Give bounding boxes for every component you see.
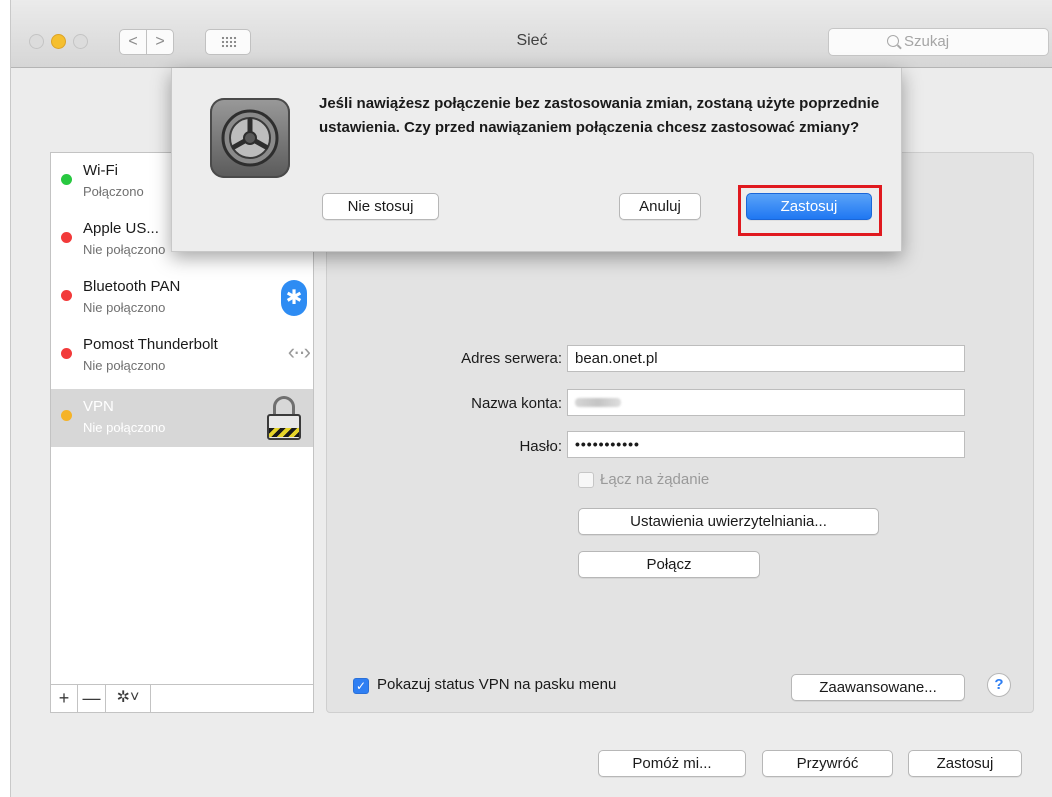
connect-button[interactable]: Połącz <box>578 551 760 578</box>
remove-service-button[interactable]: — <box>78 685 106 712</box>
search-placeholder: Szukaj <box>904 33 950 50</box>
service-item-bluetooth-pan[interactable]: Bluetooth PAN Nie połączono ✱ <box>51 269 313 327</box>
advanced-button[interactable]: Zaawansowane... <box>791 674 965 701</box>
gear-icon: ✲˅ <box>116 689 140 706</box>
title-bar: < > Sieć Szukaj <box>11 0 1052 68</box>
bluetooth-icon: ✱ <box>281 280 307 316</box>
search-icon <box>887 35 899 47</box>
revert-button[interactable]: Przywróć <box>762 750 893 777</box>
dialog-message: Jeśli nawiążesz połączenie bez zastosowa… <box>319 95 880 136</box>
service-name: VPN <box>83 398 114 415</box>
status-dot <box>61 348 72 359</box>
vpn-lock-icon <box>267 396 301 440</box>
connect-on-demand-checkbox[interactable] <box>578 472 594 488</box>
server-address-field[interactable]: bean.onet.pl <box>567 345 965 372</box>
network-preferences-gear-icon <box>210 98 290 178</box>
password-label: Hasło: <box>519 438 562 455</box>
highlight-box <box>738 185 882 236</box>
gear-menu-button[interactable]: ✲˅ <box>106 685 151 712</box>
search-field[interactable]: Szukaj <box>828 28 1049 56</box>
service-name: Bluetooth PAN <box>83 278 181 295</box>
service-name: Apple US... <box>83 220 159 237</box>
show-vpn-status-label: Pokazuj status VPN na pasku menu <box>377 676 617 693</box>
thunderbolt-bridge-icon: ‹··› <box>287 339 311 364</box>
server-address-label: Adres serwera: <box>461 350 562 367</box>
apply-button[interactable]: Zastosuj <box>908 750 1022 777</box>
redacted-account-name <box>575 398 621 407</box>
cancel-button[interactable]: Anuluj <box>619 193 701 220</box>
account-name-field[interactable] <box>567 389 965 416</box>
service-item-thunderbolt-bridge[interactable]: Pomost Thunderbolt Nie połączono ‹··› <box>51 327 313 385</box>
dont-apply-button[interactable]: Nie stosuj <box>322 193 439 220</box>
auth-settings-button[interactable]: Ustawienia uwierzytelniania... <box>578 508 879 535</box>
status-dot <box>61 232 72 243</box>
service-status: Nie połączono <box>83 300 166 315</box>
service-status: Nie połączono <box>83 358 166 373</box>
password-field[interactable]: ••••••••••• <box>567 431 965 458</box>
status-dot <box>61 410 72 421</box>
status-dot <box>61 174 72 185</box>
service-name: Pomost Thunderbolt <box>83 336 218 353</box>
service-item-vpn[interactable]: VPN Nie połączono <box>51 389 313 447</box>
show-vpn-status-checkbox[interactable]: ✓ <box>353 678 369 694</box>
service-status: Nie połączono <box>83 242 166 257</box>
add-service-button[interactable]: + <box>51 685 78 712</box>
connect-on-demand-label: Łącz na żądanie <box>600 471 710 488</box>
account-name-label: Nazwa konta: <box>471 395 562 412</box>
help-button[interactable]: ? <box>987 673 1011 697</box>
service-status: Połączono <box>83 184 144 199</box>
assist-me-button[interactable]: Pomóż mi... <box>598 750 746 777</box>
service-name: Wi-Fi <box>83 162 118 179</box>
status-dot <box>61 290 72 301</box>
service-status: Nie połączono <box>83 420 166 435</box>
sidebar-toolbar: + — ✲˅ <box>51 684 313 712</box>
